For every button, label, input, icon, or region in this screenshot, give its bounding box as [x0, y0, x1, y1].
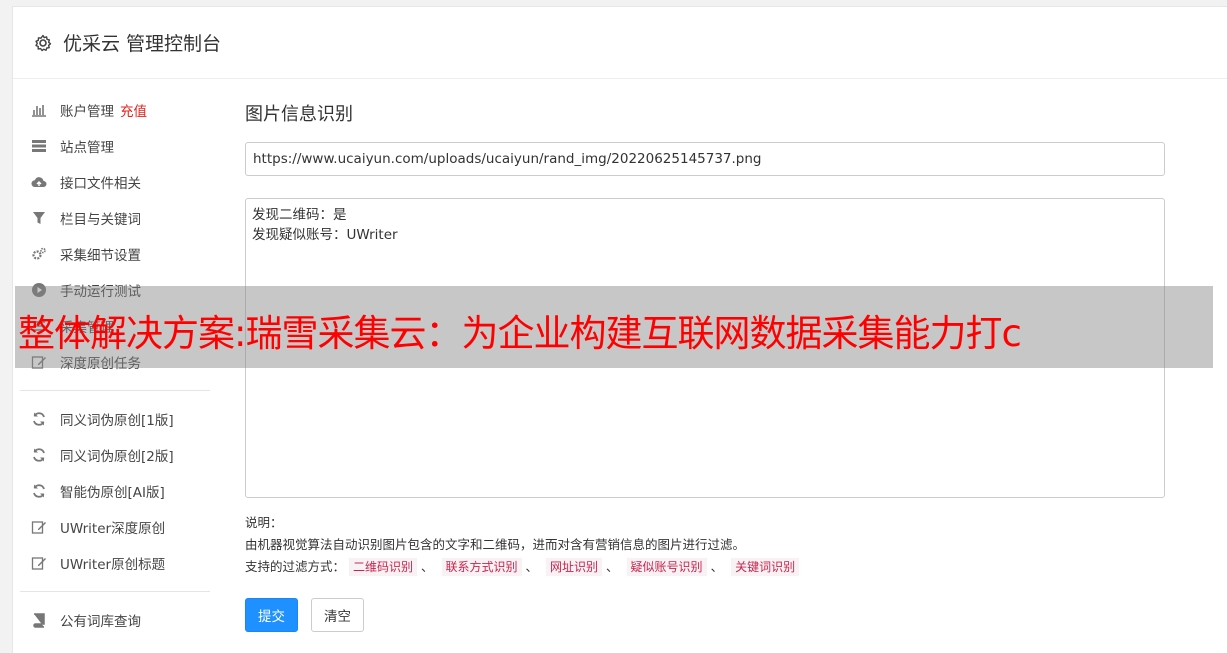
cogs-icon [30, 246, 48, 262]
filter-methods: 支持的过滤方式： 二维码识别、 联系方式识别、 网址识别、 疑似账号识别、 关键… [245, 556, 1165, 578]
filter-icon [30, 210, 48, 226]
refresh-icon [30, 483, 48, 499]
edit-icon [30, 555, 48, 571]
sidebar-item-collect-settings[interactable]: 采集细节设置 [20, 236, 210, 272]
page-title: 图片信息识别 [245, 104, 353, 125]
sidebar-item-label: 栏目与关键词 [60, 212, 141, 228]
sidebar-item-uwriter-title[interactable]: UWriter原创标题 [20, 545, 210, 581]
sidebar-item-label: 同义词伪原创[1版] [60, 413, 174, 429]
sidebar-item-synonym-v1[interactable]: 同义词伪原创[1版] [20, 401, 210, 437]
refresh-icon [30, 411, 48, 427]
sidebar-item-columns-keywords[interactable]: 栏目与关键词 [20, 200, 210, 236]
bar-chart-icon [30, 102, 48, 118]
sidebar-item-label: UWriter原创标题 [60, 557, 166, 573]
sidebar-item-api-files[interactable]: 接口文件相关 [20, 164, 210, 200]
edit-icon [30, 519, 48, 535]
notes-title: 说明： [245, 515, 283, 530]
watermark-banner-text: 整体解决方案:瑞雪采集云：为企业构建互联网数据采集能力打c [18, 312, 1022, 355]
filter-separator: 、 [606, 559, 619, 574]
filters-label: 支持的过滤方式： [245, 559, 346, 574]
notes: 说明： 由机器视觉算法自动识别图片包含的文字和二维码，进而对含有营销信息的图片进… [245, 512, 1165, 578]
image-url-input[interactable] [245, 142, 1165, 176]
sidebar-item-label: 同义词伪原创[2版] [60, 449, 174, 465]
filter-separator: 、 [710, 559, 724, 574]
filter-separator: 、 [421, 559, 434, 574]
gear-icon [33, 33, 53, 53]
form-actions: 提交 清空 [245, 598, 1165, 632]
filter-tag: 疑似账号识别 [626, 558, 707, 576]
sidebar-item-public-lexicon[interactable]: 公有词库查询 [20, 602, 210, 638]
filter-tag: 网址识别 [546, 558, 603, 576]
submit-button[interactable]: 提交 [245, 598, 298, 632]
sidebar-item-label: UWriter深度原创 [60, 521, 166, 537]
recharge-link[interactable]: 充值 [120, 100, 147, 120]
sidebar-item-label: 采集细节设置 [60, 248, 141, 264]
sidebar-item-synonym-v2[interactable]: 同义词伪原创[2版] [20, 437, 210, 473]
sidebar-item-sites[interactable]: 站点管理 [20, 128, 210, 164]
filter-separator: 、 [525, 559, 539, 574]
book-icon [30, 612, 48, 628]
sidebar-item-label: 公有词库查询 [60, 614, 141, 630]
cloud-upload-icon [30, 174, 48, 190]
header: 优采云 管理控制台 [13, 7, 1227, 79]
sidebar-item-ai-rewrite[interactable]: 智能伪原创[AI版] [20, 473, 210, 509]
sidebar-divider [20, 591, 210, 592]
sidebar-divider [20, 390, 210, 391]
server-icon [30, 138, 48, 154]
sidebar-item-label: 账户管理 [60, 104, 114, 120]
console-title: 优采云 管理控制台 [63, 33, 222, 55]
sidebar-item-uwriter-deep[interactable]: UWriter深度原创 [20, 509, 210, 545]
sidebar-item-label: 接口文件相关 [60, 176, 141, 192]
filter-tag: 关键词识别 [731, 558, 800, 576]
filter-tag: 联系方式识别 [441, 558, 522, 576]
refresh-icon [30, 447, 48, 463]
sidebar-item-label: 智能伪原创[AI版] [60, 485, 165, 501]
notes-description: 由机器视觉算法自动识别图片包含的文字和二维码，进而对含有营销信息的图片进行过滤。 [245, 537, 746, 552]
clear-button[interactable]: 清空 [311, 598, 364, 632]
filter-tag: 二维码识别 [349, 558, 418, 576]
sidebar-item-label: 站点管理 [60, 140, 114, 156]
sidebar-item-account[interactable]: 账户管理 充值 [20, 92, 210, 128]
